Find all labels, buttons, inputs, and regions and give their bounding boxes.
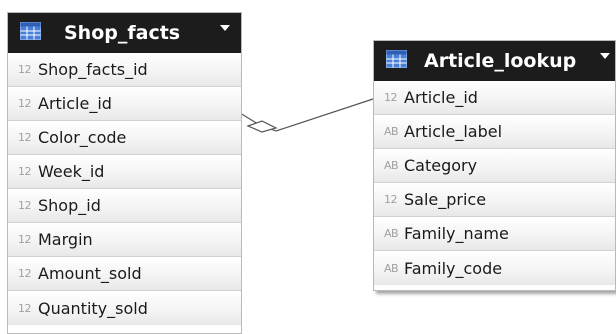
- table-title: Article_lookup: [424, 50, 577, 72]
- numeric-type-icon: 12: [384, 193, 398, 206]
- field-name: Shop_facts_id: [38, 60, 148, 79]
- text-type-icon: AB: [384, 159, 399, 172]
- chevron-down-icon[interactable]: [219, 24, 231, 32]
- numeric-type-icon: 12: [18, 199, 32, 212]
- table-header[interactable]: Shop_facts: [8, 13, 241, 53]
- field-name: Week_id: [38, 162, 105, 181]
- field-row[interactable]: 12 Week_id: [8, 155, 241, 189]
- numeric-type-icon: 12: [18, 301, 32, 315]
- field-row[interactable]: AB Category: [374, 149, 615, 183]
- field-row[interactable]: 12 Shop_facts_id: [8, 53, 241, 87]
- field-row[interactable]: 12 Color_code: [8, 121, 241, 155]
- numeric-type-icon: 12: [18, 97, 32, 110]
- table-title: Shop_facts: [64, 22, 181, 44]
- field-row[interactable]: 12 Amount_sold: [8, 257, 241, 291]
- field-name: Quantity_sold: [38, 298, 148, 318]
- numeric-type-icon: 12: [18, 131, 32, 144]
- text-type-icon: AB: [384, 261, 399, 275]
- numeric-type-icon: 12: [18, 267, 32, 280]
- table-header[interactable]: Article_lookup: [374, 41, 615, 81]
- table-icon: [20, 22, 41, 40]
- field-row[interactable]: 12 Article_id: [8, 87, 241, 121]
- field-name: Shop_id: [38, 196, 101, 215]
- field-row[interactable]: 12 Sale_price: [374, 183, 615, 217]
- table-shop-facts[interactable]: Shop_facts 12 Shop_facts_id 12 Article_id …: [7, 12, 242, 334]
- text-type-icon: AB: [384, 227, 399, 240]
- numeric-type-icon: 12: [384, 91, 398, 104]
- field-row[interactable]: 12 Shop_id: [8, 189, 241, 223]
- numeric-type-icon: 12: [18, 165, 32, 178]
- table-icon: [386, 50, 407, 68]
- many-to-one-diamond-icon: [246, 120, 278, 133]
- field-name: Sale_price: [404, 190, 487, 209]
- field-row[interactable]: AB Article_label: [374, 115, 615, 149]
- field-row[interactable]: 12 Quantity_sold: [8, 291, 241, 325]
- field-name: Color_code: [38, 128, 127, 147]
- field-name: Amount_sold: [38, 264, 142, 283]
- field-row[interactable]: 12 Article_id: [374, 81, 615, 115]
- field-name: Article_label: [404, 122, 503, 141]
- numeric-type-icon: 12: [18, 63, 32, 76]
- field-list: 12 Shop_facts_id 12 Article_id 12 Color_cod…: [8, 53, 241, 325]
- field-name: Family_code: [404, 258, 503, 278]
- field-name: Article_id: [404, 88, 478, 107]
- field-name: Category: [404, 156, 478, 175]
- text-type-icon: AB: [384, 125, 399, 138]
- chevron-down-icon[interactable]: [599, 52, 611, 60]
- field-row[interactable]: 12 Margin: [8, 223, 241, 257]
- field-name: Article_id: [38, 94, 112, 113]
- field-row[interactable]: AB Family_code: [374, 251, 615, 285]
- numeric-type-icon: 12: [18, 233, 32, 246]
- field-list: 12 Article_id AB Article_label AB Category …: [374, 81, 615, 285]
- field-name: Family_name: [404, 224, 509, 243]
- table-article-lookup[interactable]: Article_lookup 12 Article_id AB Article_la…: [373, 40, 616, 291]
- field-row[interactable]: AB Family_name: [374, 217, 615, 251]
- field-name: Margin: [38, 230, 93, 249]
